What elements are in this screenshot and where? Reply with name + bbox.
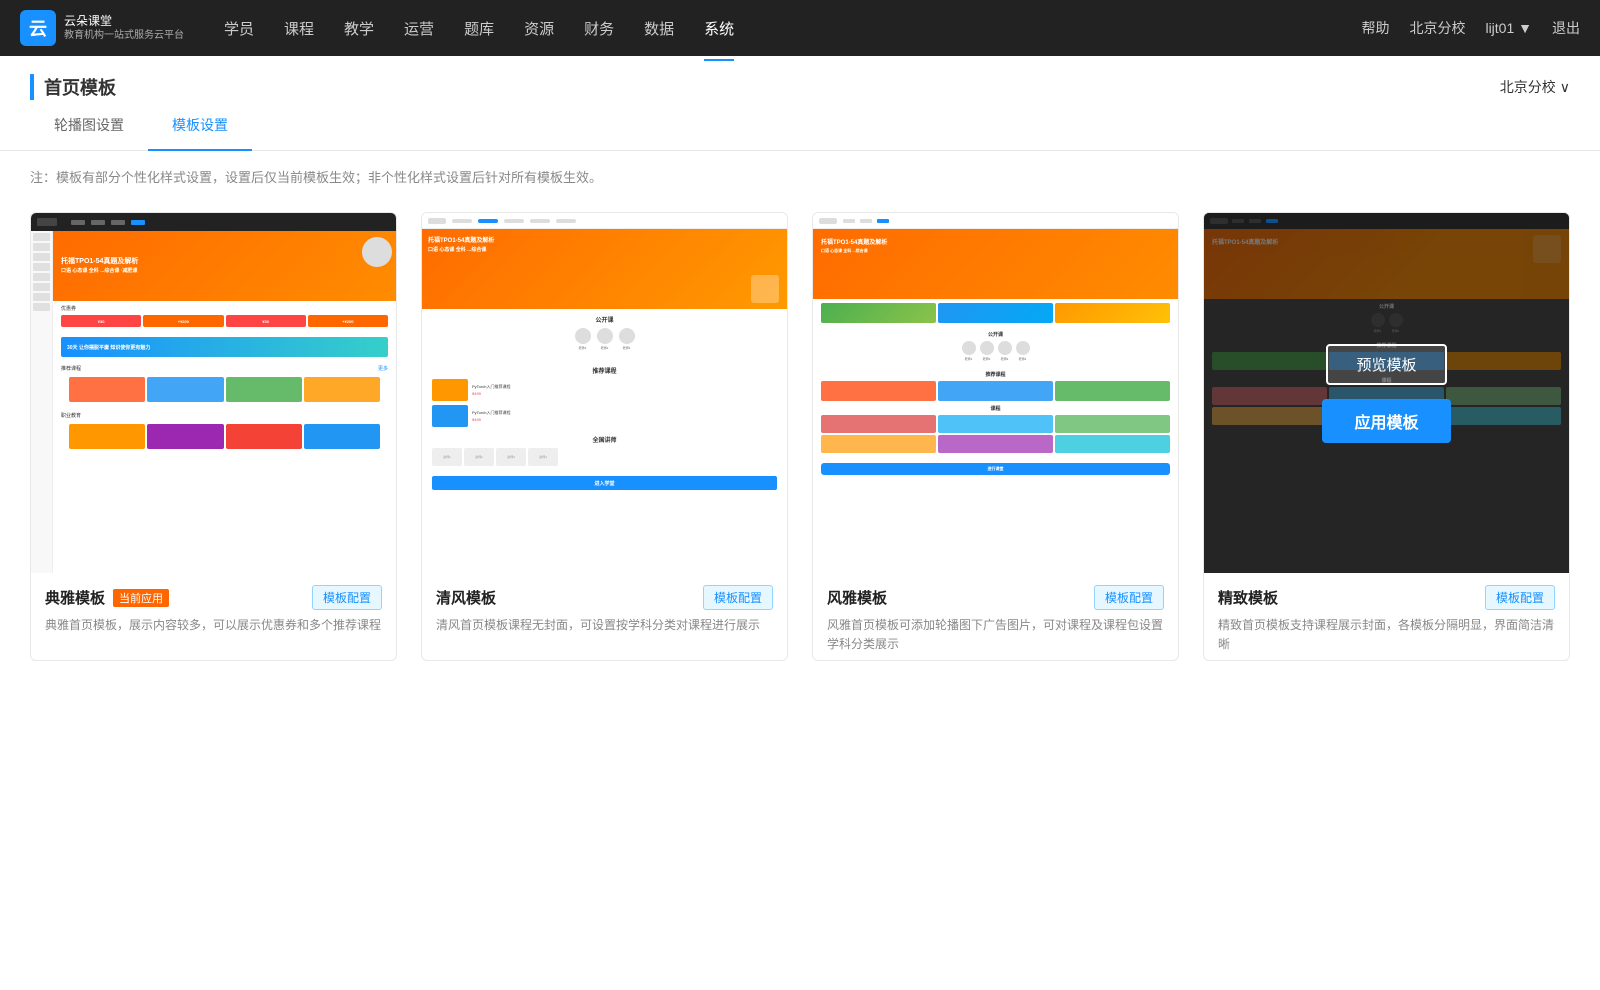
logo: 云 云朵课堂 教育机构一站式服务云平台: [20, 10, 184, 46]
template-name-qingfeng: 清风模板: [436, 587, 496, 608]
template-preview-dianye: 托福TPO1-54真题及解析 口语 心态课 全科 ...综合课 ·减肥课 优惠券…: [31, 213, 396, 573]
nav-item-system[interactable]: 系统: [704, 14, 734, 43]
nav-item-data[interactable]: 数据: [644, 14, 674, 43]
template-desc-fengya: 风雅首页模板可添加轮播图下广告图片，可对课程及课程包设置学科分类展示: [827, 616, 1164, 654]
nav-item-course[interactable]: 课程: [284, 14, 314, 43]
navbar: 云 云朵课堂 教育机构一站式服务云平台 学员 课程 教学 运营 题库 资源 财务…: [0, 0, 1600, 56]
template-preview-fengya: 托福TPO1-54真题及解析 口语 心态课 全科 ...综合课 公开课: [813, 213, 1178, 573]
template-card-qingfeng[interactable]: 托福TPO1-54真题及解析 口语 心态课 全科 ...综合课 公开课 老师1: [421, 212, 788, 661]
template-name-jingzhi: 精致模板: [1218, 587, 1278, 608]
template-preview-qingfeng: 托福TPO1-54真题及解析 口语 心态课 全科 ...综合课 公开课 老师1: [422, 213, 787, 573]
tab-bar: 轮播图设置 模板设置: [0, 100, 1600, 151]
nav-item-resource[interactable]: 资源: [524, 14, 554, 43]
logo-subtitle: 教育机构一站式服务云平台: [64, 29, 184, 42]
preview-button-jingzhi[interactable]: 预览模板: [1326, 344, 1446, 385]
apply-button-jingzhi[interactable]: 应用模板: [1322, 399, 1450, 443]
help-link[interactable]: 帮助: [1361, 18, 1389, 38]
navbar-right: 帮助 北京分校 lijt01 ▼ 退出: [1361, 18, 1580, 38]
template-desc-dianye: 典雅首页模板，展示内容较多，可以展示优惠券和多个推荐课程: [45, 616, 382, 635]
nav-item-quiz[interactable]: 题库: [464, 14, 494, 43]
branch-selector[interactable]: 北京分校 ∨: [1500, 77, 1570, 97]
template-name-fengya: 风雅模板: [827, 587, 887, 608]
config-button-qingfeng[interactable]: 模板配置: [703, 585, 773, 610]
template-card-fengya[interactable]: 托福TPO1-54真题及解析 口语 心态课 全科 ...综合课 公开课: [812, 212, 1179, 661]
template-name-row-dianye: 典雅模板 当前应用 模板配置: [45, 585, 382, 610]
chevron-down-icon: ∨: [1560, 79, 1570, 96]
template-footer-jingzhi: 精致模板 模板配置 精致首页模板支持课程展示封面，各模板分隔明显，界面简洁清晰: [1204, 573, 1569, 660]
page-title-row: 首页模板 北京分校 ∨: [0, 56, 1600, 100]
user-name[interactable]: lijt01 ▼: [1485, 20, 1532, 36]
logout-link[interactable]: 退出: [1552, 18, 1580, 38]
branch-label[interactable]: 北京分校: [1409, 18, 1465, 38]
template-card-jingzhi[interactable]: 托福TPO1-54真题及解析 公开课 老师1: [1203, 212, 1570, 661]
page-title: 首页模板: [30, 74, 116, 100]
template-footer-qingfeng: 清风模板 模板配置 清风首页模板课程无封面，可设置按学科分类对课程进行展示: [422, 573, 787, 641]
page: 首页模板 北京分校 ∨ 轮播图设置 模板设置 注：模板有部分个性化样式设置，设置…: [0, 56, 1600, 990]
config-button-jingzhi[interactable]: 模板配置: [1485, 585, 1555, 610]
nav-items: 学员 课程 教学 运营 题库 资源 财务 数据 系统: [224, 14, 734, 43]
logo-name: 云朵课堂: [64, 14, 184, 30]
notice-text: 注：模板有部分个性化样式设置，设置后仅当前模板生效；非个性化样式设置后针对所有模…: [0, 151, 1600, 202]
config-button-dianye[interactable]: 模板配置: [312, 585, 382, 610]
nav-item-finance[interactable]: 财务: [584, 14, 614, 43]
template-footer-dianye: 典雅模板 当前应用 模板配置 典雅首页模板，展示内容较多，可以展示优惠券和多个推…: [31, 573, 396, 641]
nav-item-ops[interactable]: 运营: [404, 14, 434, 43]
template-desc-qingfeng: 清风首页模板课程无封面，可设置按学科分类对课程进行展示: [436, 616, 773, 635]
logo-text: 云朵课堂 教育机构一站式服务云平台: [64, 14, 184, 43]
tab-template[interactable]: 模板设置: [148, 101, 252, 151]
template-overlay-jingzhi: 预览模板 应用模板: [1204, 213, 1569, 573]
logo-icon: 云: [20, 10, 56, 46]
templates-grid: 托福TPO1-54真题及解析 口语 心态课 全科 ...综合课 ·减肥课 优惠券…: [0, 202, 1600, 701]
navbar-left: 云 云朵课堂 教育机构一站式服务云平台 学员 课程 教学 运营 题库 资源 财务…: [20, 10, 734, 46]
tab-carousel[interactable]: 轮播图设置: [30, 101, 148, 151]
active-tag-dianye: 当前应用: [113, 589, 169, 607]
nav-item-teach[interactable]: 教学: [344, 14, 374, 43]
nav-item-student[interactable]: 学员: [224, 14, 254, 43]
template-name-dianye: 典雅模板: [45, 587, 105, 608]
template-card-dianye[interactable]: 托福TPO1-54真题及解析 口语 心态课 全科 ...综合课 ·减肥课 优惠券…: [30, 212, 397, 661]
template-preview-jingzhi: 托福TPO1-54真题及解析 公开课 老师1: [1204, 213, 1569, 573]
template-desc-jingzhi: 精致首页模板支持课程展示封面，各模板分隔明显，界面简洁清晰: [1218, 616, 1555, 654]
template-footer-fengya: 风雅模板 模板配置 风雅首页模板可添加轮播图下广告图片，可对课程及课程包设置学科…: [813, 573, 1178, 660]
config-button-fengya[interactable]: 模板配置: [1094, 585, 1164, 610]
